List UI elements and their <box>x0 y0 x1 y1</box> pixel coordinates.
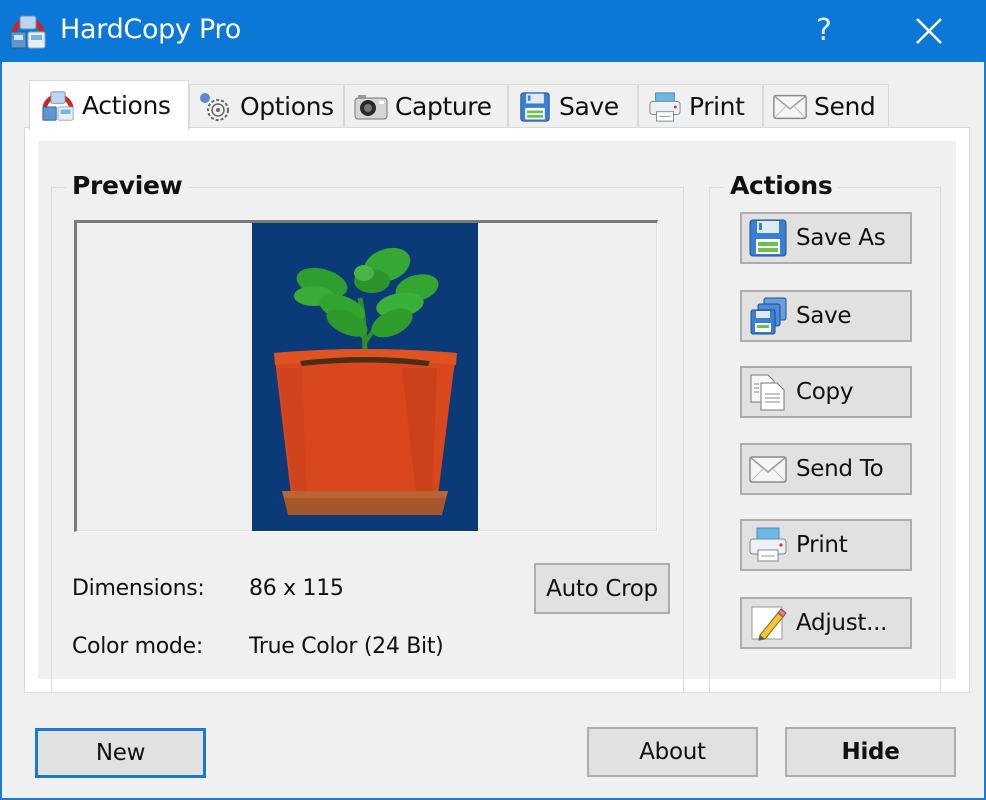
send-to-button[interactable]: Send To <box>740 443 912 495</box>
tab-print[interactable]: Print <box>638 84 763 128</box>
save-as-label: Save As <box>796 225 886 251</box>
print-label: Print <box>796 532 848 558</box>
printer-icon <box>749 527 787 562</box>
preview-heading: Preview <box>66 171 189 200</box>
close-icon <box>916 18 942 44</box>
copy-button[interactable]: Copy <box>740 366 912 418</box>
new-button[interactable]: New <box>35 728 206 778</box>
printer-icon <box>649 91 681 122</box>
tab-label: Send <box>814 92 876 121</box>
preview-frame <box>74 220 658 532</box>
preview-image <box>252 223 478 531</box>
hide-button[interactable]: Hide <box>785 727 956 777</box>
close-button[interactable] <box>900 8 958 54</box>
color-mode-value: True Color (24 Bit) <box>249 634 444 659</box>
tab-send[interactable]: Send <box>763 84 889 128</box>
color-mode-label: Color mode: <box>72 634 203 659</box>
actions-icon <box>42 90 74 121</box>
actions-group: Actions Save As Save Copy Send To Print … <box>709 171 941 693</box>
about-button[interactable]: About <box>587 727 758 777</box>
copy-label: Copy <box>796 379 854 405</box>
save-label: Save <box>796 303 852 329</box>
tab-actions[interactable]: Actions <box>29 80 189 130</box>
adjust-label: Adjust... <box>796 610 888 636</box>
camera-icon <box>354 94 388 119</box>
potted-plant-image <box>274 247 457 515</box>
actions-heading: Actions <box>724 171 839 200</box>
floppy-disk-icon <box>520 91 550 122</box>
tab-label: Print <box>689 92 745 121</box>
copy-icon <box>750 374 785 411</box>
tab-label: Save <box>559 92 619 121</box>
hardcopy-window: HardCopy Pro ? Actions Options Capture S… <box>0 0 986 800</box>
print-button[interactable]: Print <box>740 519 912 571</box>
save-multiple-icon <box>750 297 787 335</box>
save-button[interactable]: Save <box>740 290 912 342</box>
send-to-label: Send To <box>796 456 884 482</box>
preview-group: Preview Dimensions: 86 x 115 Color mode:… <box>51 171 684 693</box>
adjust-button[interactable]: Adjust... <box>740 597 912 649</box>
tab-panel-content: Preview Dimensions: 86 x 115 Color mode:… <box>38 141 956 693</box>
tab-save[interactable]: Save <box>508 84 638 128</box>
tab-panel-actions: Preview Dimensions: 86 x 115 Color mode:… <box>24 127 970 693</box>
window-title: HardCopy Pro <box>60 14 241 45</box>
save-as-icon <box>749 219 787 257</box>
envelope-icon <box>749 456 787 483</box>
tab-capture[interactable]: Capture <box>344 84 508 128</box>
hardcopy-app-icon <box>10 15 46 49</box>
envelope-icon <box>773 94 807 119</box>
tab-label: Capture <box>395 92 492 121</box>
tab-options[interactable]: Options <box>189 84 344 128</box>
help-button[interactable]: ? <box>806 8 842 54</box>
gear-icon <box>200 92 229 121</box>
pencil-icon <box>751 606 787 641</box>
title-bar[interactable]: HardCopy Pro ? <box>0 0 986 62</box>
auto-crop-button[interactable]: Auto Crop <box>534 563 670 614</box>
dimensions-value: 86 x 115 <box>249 576 344 601</box>
dimensions-label: Dimensions: <box>72 576 205 601</box>
tab-label: Options <box>240 92 334 121</box>
save-as-button[interactable]: Save As <box>740 212 912 264</box>
tab-label: Actions <box>82 91 171 120</box>
